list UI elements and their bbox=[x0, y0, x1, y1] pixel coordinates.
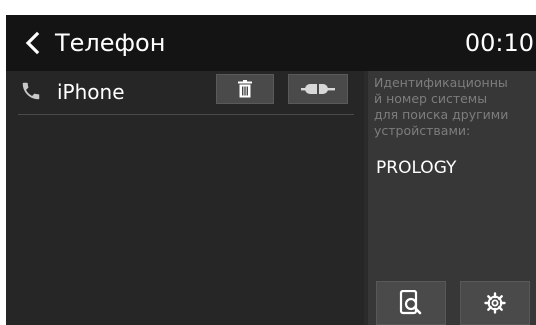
clock: 00:10 bbox=[464, 29, 534, 57]
description-line: для поиска другими bbox=[374, 107, 509, 122]
device-list-pane: iPhone bbox=[6, 71, 364, 325]
device-row[interactable]: iPhone bbox=[6, 71, 364, 115]
phone-screen: Телефон 00:10 iPhone Идентификационны й … bbox=[6, 15, 536, 325]
system-id-description: Идентификационны й номер системы для пои… bbox=[374, 75, 534, 139]
search-devices-button[interactable] bbox=[376, 281, 446, 325]
row-divider bbox=[18, 114, 354, 115]
delete-device-button[interactable] bbox=[216, 74, 274, 104]
phone-icon bbox=[22, 82, 40, 100]
settings-button[interactable] bbox=[460, 281, 530, 325]
system-name: PROLOGY bbox=[376, 158, 457, 178]
connect-plug-icon bbox=[301, 84, 335, 94]
page-title: Телефон bbox=[55, 29, 166, 57]
description-line: Идентификационны bbox=[374, 75, 508, 90]
gear-icon bbox=[484, 292, 506, 314]
trash-icon bbox=[238, 80, 252, 98]
connect-device-button[interactable] bbox=[288, 74, 348, 104]
description-line: й номер системы bbox=[374, 91, 488, 106]
search-device-icon bbox=[399, 290, 422, 315]
chevron-left-icon bbox=[25, 31, 40, 55]
device-name: iPhone bbox=[57, 80, 125, 104]
back-button[interactable] bbox=[20, 26, 46, 60]
info-pane: Идентификационны й номер системы для пои… bbox=[368, 71, 536, 325]
description-line: устройствами: bbox=[374, 123, 471, 138]
header-bar: Телефон 00:10 bbox=[6, 15, 536, 71]
